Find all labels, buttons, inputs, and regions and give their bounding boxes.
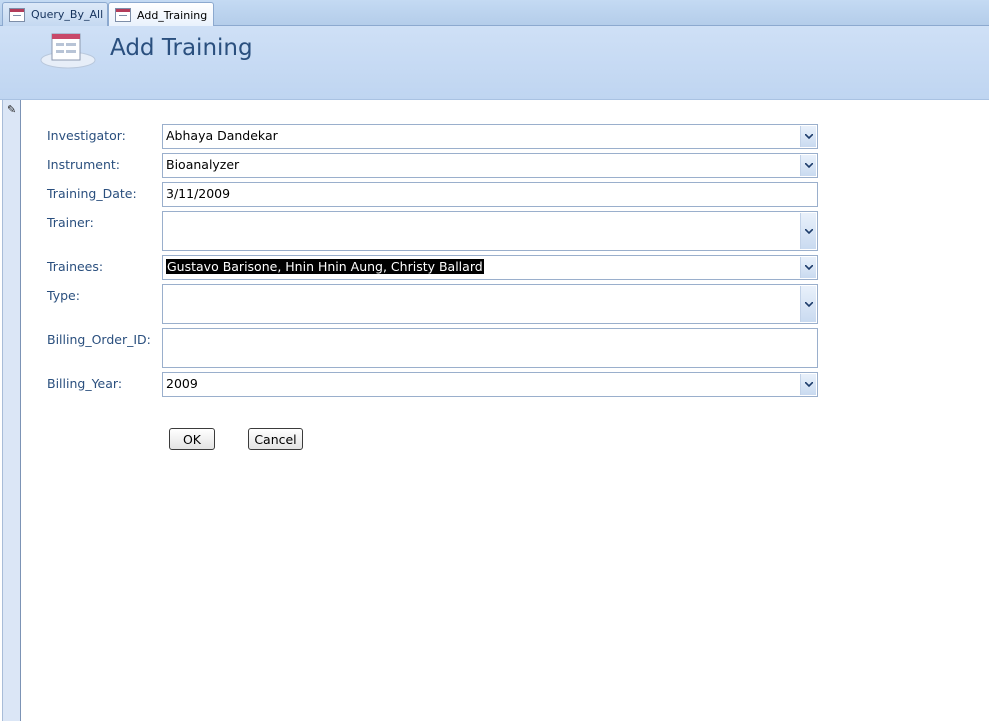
chevron-down-icon[interactable] [800,286,816,322]
ok-button[interactable]: OK [169,428,215,450]
instrument-value: Bioanalyzer [166,157,240,172]
form-icon [40,30,96,70]
training-date-value: 3/11/2009 [166,186,231,201]
tab-query-by-all[interactable]: Query_By_All [2,2,108,26]
form-icon [115,8,131,22]
trainees-value: Gustavo Barisone, Hnin Hnin Aung, Christ… [166,259,484,274]
form-title: Add Training [110,35,253,61]
pencil-icon: ✎ [7,103,17,116]
billing-year-value: 2009 [166,376,198,391]
document-tab-bar: Query_By_All Add_Training [0,0,989,27]
billing-order-id-label: Billing_Order_ID: [47,332,151,347]
chevron-down-icon[interactable] [800,126,816,147]
chevron-down-icon[interactable] [800,257,816,278]
billing-order-id-field[interactable] [162,328,818,368]
investigator-label: Investigator: [47,128,126,143]
form-icon [9,7,25,22]
type-label: Type: [47,288,80,303]
investigator-value: Abhaya Dandekar [166,128,278,143]
cancel-button[interactable]: Cancel [248,428,303,450]
investigator-combo[interactable]: Abhaya Dandekar [162,124,818,149]
type-combo[interactable] [162,284,818,324]
billing-year-label: Billing_Year: [47,376,123,391]
access-form-window: Query_By_All Add_Training Add Training ✎… [0,0,989,721]
trainees-combo[interactable]: Gustavo Barisone, Hnin Hnin Aung, Christ… [162,255,818,280]
instrument-combo[interactable]: Bioanalyzer [162,153,818,178]
instrument-label: Instrument: [47,157,120,172]
tab-add-training[interactable]: Add_Training [108,2,214,27]
trainer-label: Trainer: [47,215,94,230]
chevron-down-icon[interactable] [800,213,816,249]
training-date-label: Training_Date: [47,186,137,201]
trainees-label: Trainees: [47,259,104,274]
billing-year-combo[interactable]: 2009 [162,372,818,397]
record-selector[interactable]: ✎ [2,100,21,721]
chevron-down-icon[interactable] [800,374,816,395]
trainer-combo[interactable] [162,211,818,251]
form-header: Add Training [0,26,989,100]
chevron-down-icon[interactable] [800,155,816,176]
tab-label: Query_By_All [31,8,104,21]
training-date-field[interactable]: 3/11/2009 [162,182,818,207]
tab-label: Add_Training [137,8,208,22]
